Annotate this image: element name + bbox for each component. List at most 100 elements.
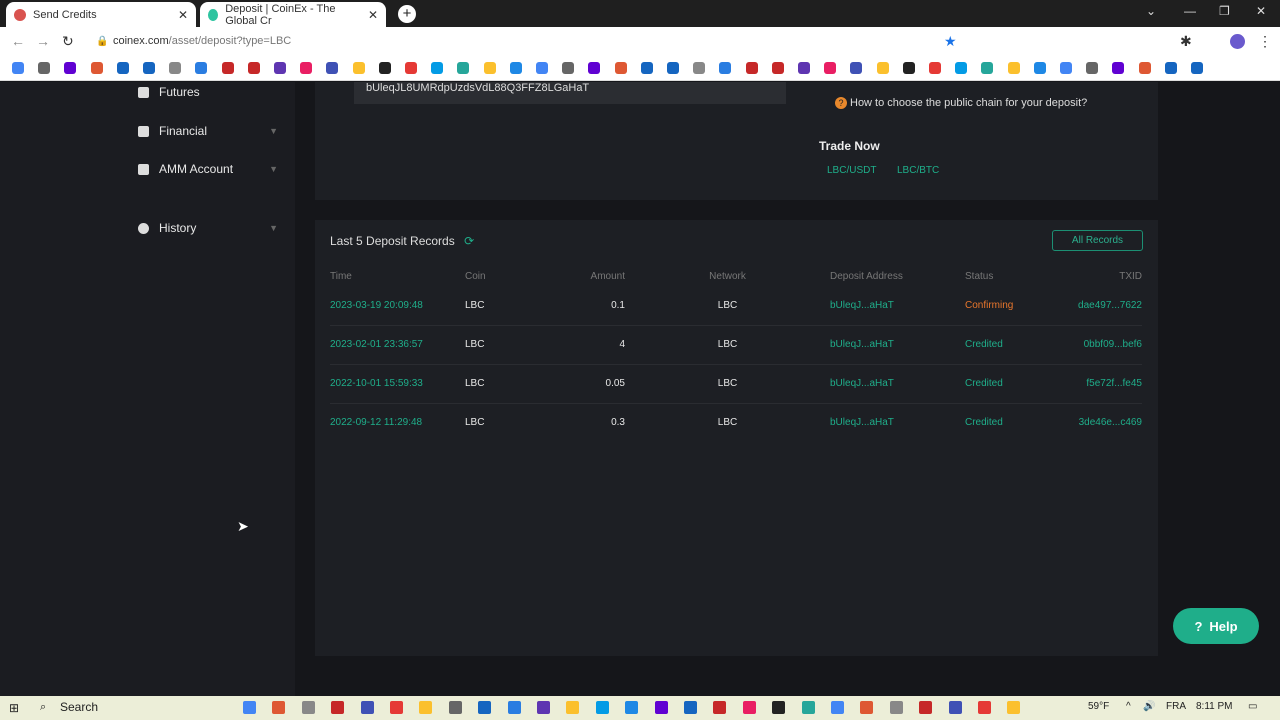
cell-txid[interactable]: 3de46e...c469 [1065,402,1142,442]
cell-deposit-address[interactable]: bUleqJ...aHaT [830,324,965,364]
bookmark-icon[interactable] [850,62,863,74]
minimize-icon[interactable]: — [1184,4,1196,18]
language[interactable]: FRA [1166,701,1186,712]
taskbar-app-icon[interactable] [507,701,521,714]
bookmark-icon[interactable] [405,62,417,74]
bookmark-icon[interactable] [588,62,601,74]
taskbar-app-icon[interactable] [272,701,286,714]
tray-chevron-icon[interactable]: ^ [1126,701,1131,712]
new-tab-button[interactable]: + [398,5,416,23]
bookmark-icon[interactable] [195,62,208,74]
taskbar-app-icon[interactable] [419,701,433,714]
bookmark-icon[interactable] [929,62,941,74]
sidebar-item-futures[interactable]: Futures [138,85,278,99]
bookmark-icon[interactable] [457,62,470,74]
bookmark-icon[interactable] [1086,62,1099,74]
bookmark-icon[interactable] [1007,62,1020,74]
bookmark-icon[interactable] [902,62,915,74]
taskbar-app-icon[interactable] [801,701,815,714]
forward-icon[interactable]: → [36,33,50,49]
sidebar-item-financial[interactable]: Financial ▼ [138,124,278,138]
bookmark-icon[interactable] [274,62,286,74]
bookmark-icon[interactable] [1060,62,1072,74]
search-icon[interactable]: ⌕ [40,701,46,714]
taskbar-app-icon[interactable] [360,701,374,714]
bookmark-icon[interactable] [693,62,706,74]
clock[interactable]: 8:11 PM [1196,701,1233,712]
bookmark-icon[interactable] [169,62,182,74]
bookmark-icon[interactable] [981,62,994,74]
taskbar-app-icon[interactable] [654,701,668,714]
reload-icon[interactable]: ↻ [62,33,74,50]
cell-deposit-address[interactable]: bUleqJ...aHaT [830,363,965,403]
bookmark-icon[interactable] [1138,62,1151,74]
start-icon[interactable]: ⊞ [9,701,19,715]
taskbar-app-icon[interactable] [1007,701,1021,714]
bookmark-icon[interactable] [745,62,758,74]
taskbar-app-icon[interactable] [566,701,580,714]
close-tab-icon[interactable]: ✕ [178,8,188,22]
bookmark-icon[interactable] [352,62,365,74]
notifications-icon[interactable]: ▭ [1248,701,1257,712]
taskbar-app-icon[interactable] [478,701,492,714]
taskbar-app-icon[interactable] [889,701,903,714]
bookmark-icon[interactable] [1112,62,1125,74]
bookmark-icon[interactable] [1191,62,1203,74]
taskbar-app-icon[interactable] [625,701,639,714]
bookmark-icon[interactable] [116,62,129,74]
cell-deposit-address[interactable]: bUleqJ...aHaT [830,402,965,442]
bookmark-icon[interactable] [824,62,837,74]
sidebar-item-history[interactable]: History ▼ [138,221,278,235]
tab-deposit[interactable]: Deposit | CoinEx - The Global Cr ✕ [200,2,386,27]
taskbar-app-icon[interactable] [684,701,697,714]
bookmark-icon[interactable] [719,62,732,74]
taskbar-app-icon[interactable] [919,701,933,714]
bookmark-icon[interactable] [1164,62,1177,74]
bookmark-icon[interactable] [326,62,339,74]
profile-avatar[interactable] [1230,33,1245,49]
taskbar-app-icon[interactable] [448,701,462,714]
bookmark-icon[interactable] [562,62,575,74]
taskbar-app-icon[interactable] [713,701,727,714]
extensions-icon[interactable]: ✱ [1180,33,1192,50]
bookmark-icon[interactable] [640,62,653,74]
cell-txid[interactable]: f5e72f...fe45 [1065,363,1142,403]
taskbar-app-icon[interactable] [742,701,756,714]
bookmark-icon[interactable] [300,62,313,74]
sidebar-item-amm-account[interactable]: AMM Account ▼ [138,162,278,176]
restore-icon[interactable]: ❐ [1219,4,1230,18]
bookmark-icon[interactable] [64,62,77,74]
pair-link-lbc-usdt[interactable]: LBC/USDT [827,165,876,176]
tab-send-credits[interactable]: Send Credits ✕ [6,2,196,27]
bookmark-icon[interactable] [614,62,627,74]
bookmark-icon[interactable] [431,62,444,74]
bookmark-icon[interactable] [667,62,679,74]
bookmark-icon[interactable] [378,62,391,74]
bookmark-star-icon[interactable]: ★ [944,33,957,50]
bookmark-icon[interactable] [12,62,24,74]
bookmark-icon[interactable] [483,62,496,74]
bookmark-icon[interactable] [143,62,155,74]
taskbar-app-icon[interactable] [301,701,315,714]
refresh-icon[interactable]: ⟳ [464,234,474,248]
volume-icon[interactable]: 🔊 [1143,701,1155,712]
help-button[interactable]: ? Help [1173,608,1259,644]
bookmark-icon[interactable] [876,62,889,74]
bookmark-icon[interactable] [247,62,260,74]
taskbar-app-icon[interactable] [860,701,874,714]
taskbar-app-icon[interactable] [537,701,550,714]
bookmark-icon[interactable] [771,62,784,74]
close-window-icon[interactable]: ✕ [1256,4,1266,18]
bookmark-icon[interactable] [955,62,968,74]
bookmark-icon[interactable] [1033,62,1046,74]
bookmark-icon[interactable] [798,62,810,74]
taskbar-app-icon[interactable] [243,701,256,714]
taskbar-app-icon[interactable] [595,701,609,714]
all-records-button[interactable]: All Records [1052,230,1143,251]
help-link[interactable]: ? How to choose the public chain for your… [835,97,1087,109]
cell-txid[interactable]: dae497...7622 [1065,286,1142,325]
taskbar-app-icon[interactable] [390,701,403,714]
deposit-address-field[interactable]: bUleqJL8UMRdpUzdsVdL88Q3FFZ8LGaHaT [354,82,786,104]
url-input[interactable]: coinex.com/asset/deposit?type=LBC [113,35,291,47]
bookmark-icon[interactable] [536,62,548,74]
